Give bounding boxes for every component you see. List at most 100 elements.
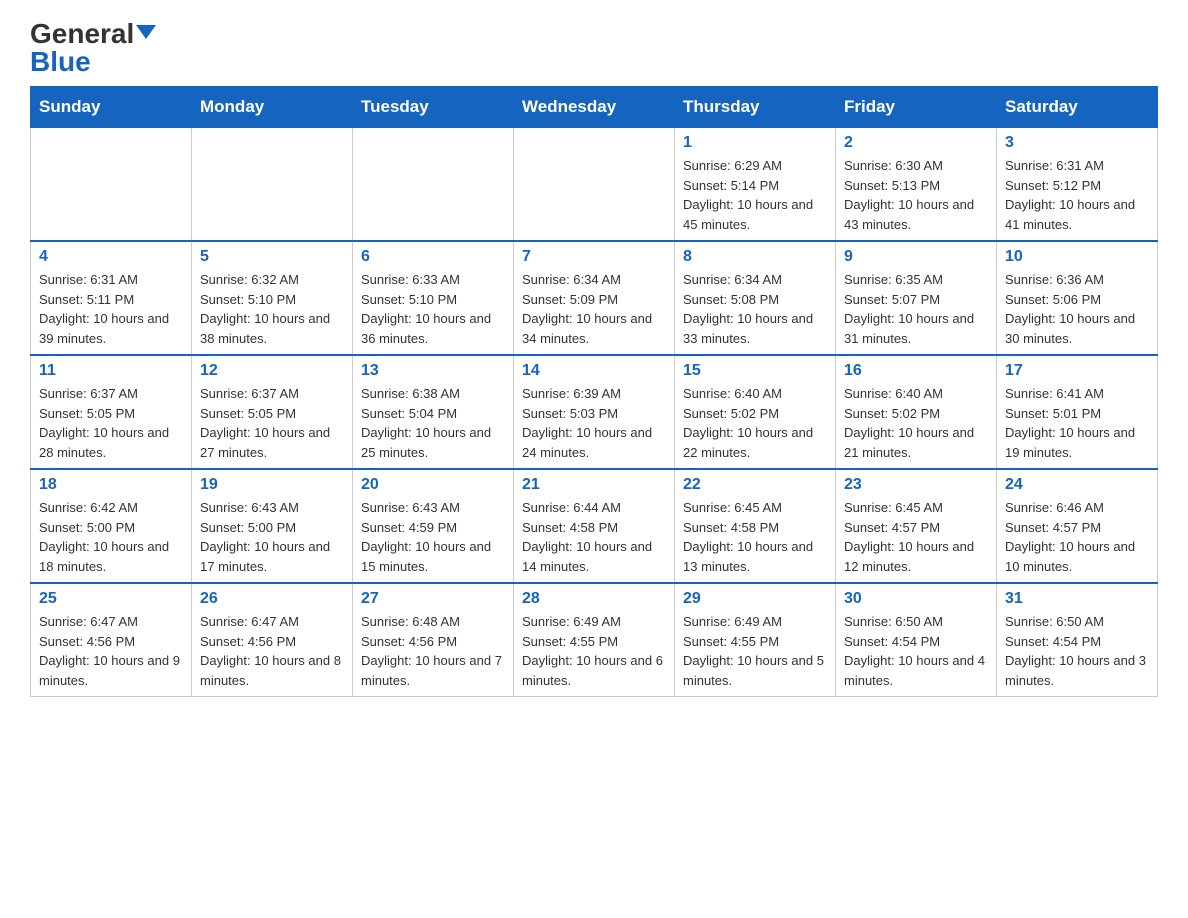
calendar-cell: 1 Sunrise: 6:29 AM Sunset: 5:14 PM Daylig… — [675, 128, 836, 242]
calendar-table: SundayMondayTuesdayWednesdayThursdayFrid… — [30, 86, 1158, 697]
day-header-thursday: Thursday — [675, 87, 836, 128]
day-info: Sunrise: 6:45 AM Sunset: 4:57 PM Dayligh… — [844, 498, 988, 576]
day-number: 10 — [1005, 248, 1149, 266]
day-info: Sunrise: 6:43 AM Sunset: 4:59 PM Dayligh… — [361, 498, 505, 576]
day-info: Sunrise: 6:50 AM Sunset: 4:54 PM Dayligh… — [844, 612, 988, 690]
calendar-cell: 30 Sunrise: 6:50 AM Sunset: 4:54 PM Dayli… — [836, 583, 997, 697]
day-info: Sunrise: 6:32 AM Sunset: 5:10 PM Dayligh… — [200, 270, 344, 348]
day-info: Sunrise: 6:45 AM Sunset: 4:58 PM Dayligh… — [683, 498, 827, 576]
week-row-3: 11 Sunrise: 6:37 AM Sunset: 5:05 PM Dayli… — [31, 355, 1158, 469]
day-number: 14 — [522, 362, 666, 380]
day-header-wednesday: Wednesday — [514, 87, 675, 128]
day-number: 30 — [844, 590, 988, 608]
calendar-cell: 26 Sunrise: 6:47 AM Sunset: 4:56 PM Dayli… — [192, 583, 353, 697]
calendar-cell: 5 Sunrise: 6:32 AM Sunset: 5:10 PM Daylig… — [192, 241, 353, 355]
week-row-4: 18Sunrise: 6:42 AM Sunset: 5:00 PM Dayli… — [31, 469, 1158, 583]
day-number: 31 — [1005, 590, 1149, 608]
day-info: Sunrise: 6:35 AM Sunset: 5:07 PM Dayligh… — [844, 270, 988, 348]
day-number: 2 — [844, 134, 988, 152]
day-number: 1 — [683, 134, 827, 152]
day-info: Sunrise: 6:31 AM Sunset: 5:11 PM Dayligh… — [39, 270, 183, 348]
week-row-2: 4Sunrise: 6:31 AM Sunset: 5:11 PM Daylig… — [31, 241, 1158, 355]
day-info: Sunrise: 6:47 AM Sunset: 4:56 PM Dayligh… — [200, 612, 344, 690]
day-info: Sunrise: 6:44 AM Sunset: 4:58 PM Dayligh… — [522, 498, 666, 576]
day-info: Sunrise: 6:31 AM Sunset: 5:12 PM Dayligh… — [1005, 156, 1149, 234]
day-info: Sunrise: 6:50 AM Sunset: 4:54 PM Dayligh… — [1005, 612, 1149, 690]
calendar-cell: 6 Sunrise: 6:33 AM Sunset: 5:10 PM Daylig… — [353, 241, 514, 355]
day-info: Sunrise: 6:29 AM Sunset: 5:14 PM Dayligh… — [683, 156, 827, 234]
logo-triangle-icon — [136, 25, 156, 39]
calendar-cell: 29Sunrise: 6:49 AM Sunset: 4:55 PM Dayli… — [675, 583, 836, 697]
calendar-cell: 14 Sunrise: 6:39 AM Sunset: 5:03 PM Dayli… — [514, 355, 675, 469]
day-number: 6 — [361, 248, 505, 266]
day-number: 28 — [522, 590, 666, 608]
day-number: 20 — [361, 476, 505, 494]
calendar-cell: 11 Sunrise: 6:37 AM Sunset: 5:05 PM Dayli… — [31, 355, 192, 469]
day-info: Sunrise: 6:39 AM Sunset: 5:03 PM Dayligh… — [522, 384, 666, 462]
logo-blue-text: Blue — [30, 46, 91, 77]
day-info: Sunrise: 6:46 AM Sunset: 4:57 PM Dayligh… — [1005, 498, 1149, 576]
day-number: 9 — [844, 248, 988, 266]
logo: General Blue — [30, 20, 156, 76]
calendar-cell: 16Sunrise: 6:40 AM Sunset: 5:02 PM Dayli… — [836, 355, 997, 469]
day-info: Sunrise: 6:37 AM Sunset: 5:05 PM Dayligh… — [200, 384, 344, 462]
calendar-cell: 8Sunrise: 6:34 AM Sunset: 5:08 PM Daylig… — [675, 241, 836, 355]
day-number: 3 — [1005, 134, 1149, 152]
calendar-cell: 21Sunrise: 6:44 AM Sunset: 4:58 PM Dayli… — [514, 469, 675, 583]
day-number: 25 — [39, 590, 183, 608]
day-info: Sunrise: 6:41 AM Sunset: 5:01 PM Dayligh… — [1005, 384, 1149, 462]
calendar-cell — [353, 128, 514, 242]
calendar-cell: 19 Sunrise: 6:43 AM Sunset: 5:00 PM Dayli… — [192, 469, 353, 583]
day-number: 19 — [200, 476, 344, 494]
calendar-cell: 3 Sunrise: 6:31 AM Sunset: 5:12 PM Daylig… — [997, 128, 1158, 242]
calendar-cell: 25 Sunrise: 6:47 AM Sunset: 4:56 PM Dayli… — [31, 583, 192, 697]
day-header-tuesday: Tuesday — [353, 87, 514, 128]
calendar-cell: 22 Sunrise: 6:45 AM Sunset: 4:58 PM Dayli… — [675, 469, 836, 583]
day-info: Sunrise: 6:34 AM Sunset: 5:08 PM Dayligh… — [683, 270, 827, 348]
calendar-cell: 31 Sunrise: 6:50 AM Sunset: 4:54 PM Dayli… — [997, 583, 1158, 697]
day-number: 23 — [844, 476, 988, 494]
day-header-sunday: Sunday — [31, 87, 192, 128]
day-info: Sunrise: 6:33 AM Sunset: 5:10 PM Dayligh… — [361, 270, 505, 348]
calendar-cell: 2Sunrise: 6:30 AM Sunset: 5:13 PM Daylig… — [836, 128, 997, 242]
day-number: 26 — [200, 590, 344, 608]
day-info: Sunrise: 6:43 AM Sunset: 5:00 PM Dayligh… — [200, 498, 344, 576]
calendar-cell: 23 Sunrise: 6:45 AM Sunset: 4:57 PM Dayli… — [836, 469, 997, 583]
day-info: Sunrise: 6:37 AM Sunset: 5:05 PM Dayligh… — [39, 384, 183, 462]
day-info: Sunrise: 6:49 AM Sunset: 4:55 PM Dayligh… — [522, 612, 666, 690]
day-number: 22 — [683, 476, 827, 494]
calendar-cell: 15Sunrise: 6:40 AM Sunset: 5:02 PM Dayli… — [675, 355, 836, 469]
calendar-cell: 7 Sunrise: 6:34 AM Sunset: 5:09 PM Daylig… — [514, 241, 675, 355]
calendar-cell — [514, 128, 675, 242]
day-info: Sunrise: 6:34 AM Sunset: 5:09 PM Dayligh… — [522, 270, 666, 348]
logo-text: General Blue — [30, 20, 156, 76]
calendar-cell — [192, 128, 353, 242]
calendar-cell: 24 Sunrise: 6:46 AM Sunset: 4:57 PM Dayli… — [997, 469, 1158, 583]
day-info: Sunrise: 6:48 AM Sunset: 4:56 PM Dayligh… — [361, 612, 505, 690]
day-number: 24 — [1005, 476, 1149, 494]
day-info: Sunrise: 6:40 AM Sunset: 5:02 PM Dayligh… — [683, 384, 827, 462]
calendar-cell: 18Sunrise: 6:42 AM Sunset: 5:00 PM Dayli… — [31, 469, 192, 583]
day-number: 27 — [361, 590, 505, 608]
day-number: 7 — [522, 248, 666, 266]
day-number: 13 — [361, 362, 505, 380]
calendar-cell: 4Sunrise: 6:31 AM Sunset: 5:11 PM Daylig… — [31, 241, 192, 355]
week-row-5: 25 Sunrise: 6:47 AM Sunset: 4:56 PM Dayli… — [31, 583, 1158, 697]
day-info: Sunrise: 6:47 AM Sunset: 4:56 PM Dayligh… — [39, 612, 183, 690]
calendar-cell: 13Sunrise: 6:38 AM Sunset: 5:04 PM Dayli… — [353, 355, 514, 469]
day-number: 5 — [200, 248, 344, 266]
day-number: 11 — [39, 362, 183, 380]
day-header-row: SundayMondayTuesdayWednesdayThursdayFrid… — [31, 87, 1158, 128]
day-number: 29 — [683, 590, 827, 608]
day-header-saturday: Saturday — [997, 87, 1158, 128]
calendar-cell: 10 Sunrise: 6:36 AM Sunset: 5:06 PM Dayli… — [997, 241, 1158, 355]
week-row-1: 1 Sunrise: 6:29 AM Sunset: 5:14 PM Daylig… — [31, 128, 1158, 242]
calendar-cell: 20 Sunrise: 6:43 AM Sunset: 4:59 PM Dayli… — [353, 469, 514, 583]
day-header-monday: Monday — [192, 87, 353, 128]
day-number: 16 — [844, 362, 988, 380]
header: General Blue — [30, 20, 1158, 76]
calendar-cell: 27 Sunrise: 6:48 AM Sunset: 4:56 PM Dayli… — [353, 583, 514, 697]
day-info: Sunrise: 6:36 AM Sunset: 5:06 PM Dayligh… — [1005, 270, 1149, 348]
calendar-cell — [31, 128, 192, 242]
calendar-cell: 17Sunrise: 6:41 AM Sunset: 5:01 PM Dayli… — [997, 355, 1158, 469]
